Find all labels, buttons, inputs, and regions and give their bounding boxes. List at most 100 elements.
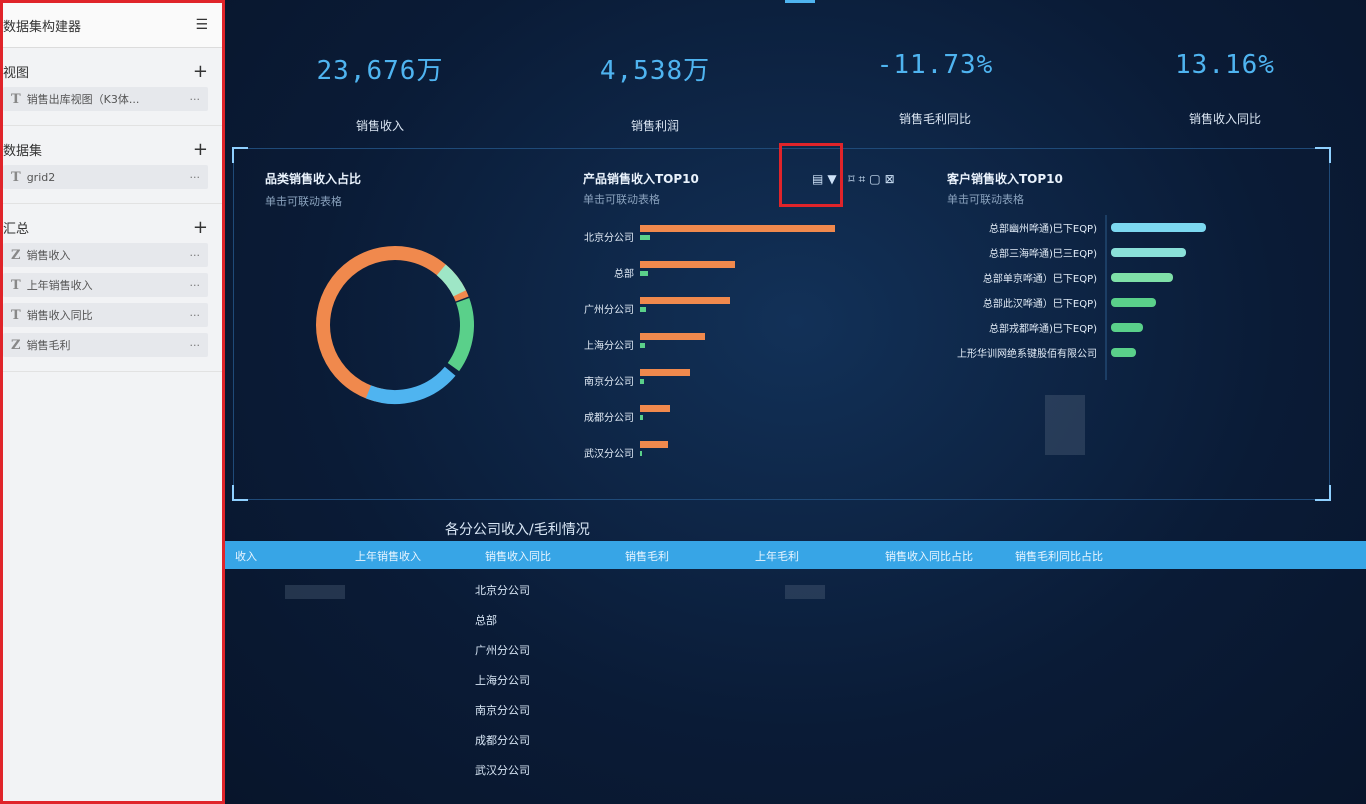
product-bar[interactable] xyxy=(640,405,670,412)
product-bar[interactable] xyxy=(640,333,705,340)
kpi-card: 23,676万销售收入 xyxy=(270,50,490,134)
customer-label: 总部幽州哗通)巳下EQP) xyxy=(989,222,1097,235)
more-icon[interactable]: ··· xyxy=(190,339,201,352)
product-bar[interactable] xyxy=(640,261,735,268)
add-icon[interactable]: + xyxy=(193,218,208,236)
sidebar-section: 视图 + T 销售出库视图（K3体... ··· xyxy=(3,48,222,126)
field-type-icon: Z xyxy=(11,337,21,353)
field-label: 销售出库视图（K3体... xyxy=(26,93,140,106)
sidebar-section-title: 汇总 + xyxy=(3,218,208,237)
table-header-cell[interactable]: 销售收入同比 xyxy=(485,548,551,564)
table-row-label[interactable]: 南京分公司 xyxy=(475,702,530,718)
customer-label: 总部单京哗通）巳下EQP) xyxy=(983,272,1097,285)
sidebar-field-item[interactable]: T 销售收入同比 ··· xyxy=(3,303,208,327)
product-bar[interactable] xyxy=(640,415,643,420)
product-bar[interactable] xyxy=(640,297,730,304)
product-bar[interactable] xyxy=(640,451,642,456)
category-label: 南京分公司 xyxy=(584,375,634,388)
field-label: 销售毛利 xyxy=(26,339,71,352)
table-row-label[interactable]: 北京分公司 xyxy=(475,582,530,598)
highlight-box xyxy=(779,143,843,207)
product-bar[interactable] xyxy=(640,379,644,384)
table-row-label[interactable]: 武汉分公司 xyxy=(475,762,530,778)
customer-bar[interactable] xyxy=(1111,273,1173,282)
sidebar-field-item[interactable]: T 销售出库视图（K3体... ··· xyxy=(3,87,208,111)
product-bar[interactable] xyxy=(640,441,668,448)
sidebar-field-item[interactable]: T 上年销售收入 ··· xyxy=(3,273,208,297)
product-title: 产品销售收入TOP10 xyxy=(583,172,699,186)
customer-bar[interactable] xyxy=(1111,323,1143,332)
table-row-label[interactable]: 上海分公司 xyxy=(475,672,530,688)
dashboard-canvas: 23,676万销售收入 4,538万 销售利润 -11.73% 销售毛利同比 13.16%… xyxy=(225,0,1366,804)
table-row-label[interactable]: 总部 xyxy=(475,612,497,628)
more-icon[interactable]: ··· xyxy=(190,171,201,184)
customer-bar[interactable] xyxy=(1111,248,1186,257)
field-label: 销售收入 xyxy=(26,249,71,262)
table-row-label[interactable]: 广州分公司 xyxy=(475,642,530,658)
product-bar[interactable] xyxy=(640,271,648,276)
category-label: 成都分公司 xyxy=(584,412,634,424)
add-icon[interactable]: + xyxy=(193,62,208,80)
table-header-cell[interactable]: 上年毛利 xyxy=(755,548,799,564)
customer-title: 客户销售收入TOP10 xyxy=(947,172,1063,186)
donut-subtitle: 单击可联动表格 xyxy=(265,195,342,208)
dataset-builder-sidebar: 数据集构建器 ☰ 视图 + T 销售出库视图（K3体... ··· 数据集 + Tgrid2 ·… xyxy=(0,0,225,804)
product-bar[interactable] xyxy=(640,225,835,232)
product-bar[interactable] xyxy=(640,343,645,348)
customer-bar-chart[interactable]: 总部幽州哗通)巳下EQP) 总部三海哗通)巳三EQP) 总部单京哗通）巳下EQP) 总… xyxy=(905,215,1225,385)
sidebar-field-item[interactable]: Tgrid2 ··· xyxy=(3,165,208,189)
kpi-card: 13.16% 销售收入同比 xyxy=(1115,50,1335,127)
kpi-card: 4,538万 销售利润 xyxy=(545,50,765,134)
collapse-icon[interactable]: ☰ xyxy=(195,17,208,33)
add-icon[interactable]: + xyxy=(193,140,208,158)
table-header-cell[interactable]: 销售毛利 xyxy=(625,548,669,564)
kpi-value: 13.16% xyxy=(1175,50,1275,80)
product-bar[interactable] xyxy=(640,369,690,376)
sidebar-field-item[interactable]: Z 销售收入 ··· xyxy=(3,243,208,267)
product-bar[interactable] xyxy=(640,235,650,240)
product-bar[interactable] xyxy=(640,307,646,312)
section-label: 汇总 xyxy=(3,222,30,237)
sidebar-section-title: 视图 + xyxy=(3,62,208,81)
field-type-icon: T xyxy=(11,277,21,293)
table-header-cell[interactable]: 销售收入同比占比 xyxy=(885,548,973,564)
product-subtitle: 单击可联动表格 xyxy=(583,193,660,206)
field-type-icon: T xyxy=(11,91,21,107)
category-label: 总部 xyxy=(614,267,634,280)
section-label: 视图 xyxy=(3,66,30,81)
sidebar-field-item[interactable]: Z 销售毛利 ··· xyxy=(3,333,208,357)
top-indicator xyxy=(785,0,815,3)
field-type-icon: T xyxy=(11,307,21,323)
customer-subtitle: 单击可联动表格 xyxy=(947,193,1024,206)
product-bar-chart[interactable]: 北京分公司总部广州分公司上海分公司南京分公司成都分公司武汉分公司 xyxy=(565,215,845,470)
customer-label: 总部三海哗通)巳三EQP) xyxy=(989,247,1097,260)
kpi-value: 4,538万 xyxy=(599,56,711,86)
kpi-value: 23,676万 xyxy=(316,56,444,86)
kpi-card: -11.73% 销售毛利同比 xyxy=(825,50,1045,127)
more-icon[interactable]: ··· xyxy=(190,249,201,262)
table-header-cell[interactable]: 上年销售收入 xyxy=(355,548,421,564)
category-donut-chart[interactable] xyxy=(305,235,485,415)
kpi-label: 销售毛利同比 xyxy=(898,112,971,126)
customer-label: 上形华训网绝系键股佰有限公司 xyxy=(957,347,1097,360)
customer-label: 总部此汉哗通）巳下EQP) xyxy=(983,297,1097,310)
customer-bar[interactable] xyxy=(1111,223,1206,232)
category-label: 武汉分公司 xyxy=(584,447,634,460)
customer-bar[interactable] xyxy=(1111,298,1156,307)
more-icon[interactable]: ··· xyxy=(190,309,201,322)
customer-bar[interactable] xyxy=(1111,348,1136,357)
more-icon[interactable]: ··· xyxy=(190,279,201,292)
category-label: 广州分公司 xyxy=(584,304,634,316)
category-label: 上海分公司 xyxy=(584,339,634,352)
table-header-cell[interactable]: 收入 xyxy=(235,548,257,564)
sidebar-header: 数据集构建器 ☰ xyxy=(3,3,222,48)
table-title: 各分公司收入/毛利情况 xyxy=(445,522,590,538)
more-icon[interactable]: ··· xyxy=(190,93,201,106)
field-type-icon: T xyxy=(11,169,21,185)
field-label: 销售收入同比 xyxy=(26,309,93,322)
kpi-value: -11.73% xyxy=(876,50,994,80)
table-header-cell[interactable]: 销售毛利同比占比 xyxy=(1015,548,1103,564)
field-type-icon: Z xyxy=(11,247,21,263)
kpi-label: 销售收入 xyxy=(355,119,404,133)
table-row-label[interactable]: 成都分公司 xyxy=(475,732,530,748)
